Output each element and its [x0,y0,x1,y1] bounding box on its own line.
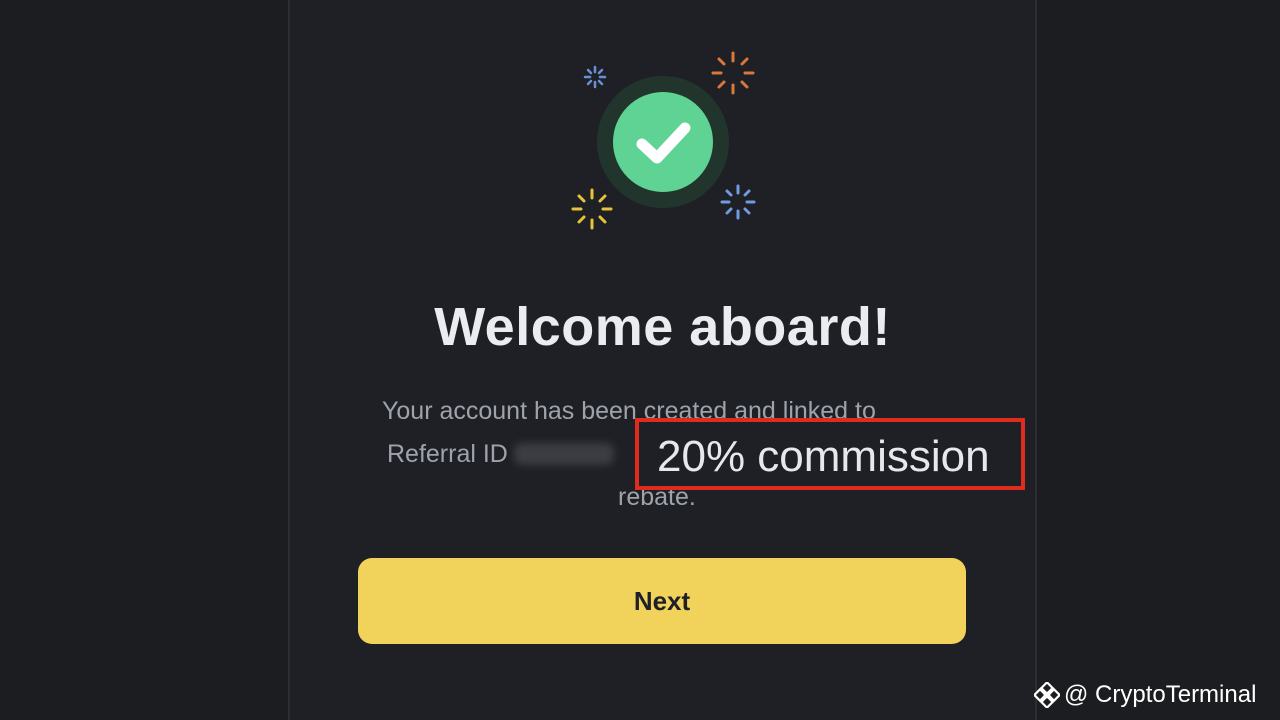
binance-logo-icon [1034,682,1060,708]
next-button[interactable]: Next [358,558,966,644]
commission-highlight-text: 20% commission [657,432,990,481]
success-illustration [568,50,758,240]
page: Welcome aboard! Your account has been cr… [0,0,1280,720]
message-line-2: Referral ID [387,440,614,469]
referral-id-label: Referral ID [387,440,508,468]
referral-id-value-blurred [513,443,614,465]
sparkle-icon-orange [711,51,755,95]
sparkle-icon-yellow [571,188,613,230]
page-title: Welcome aboard! [434,297,891,357]
sparkle-icon-blue-2 [720,184,756,220]
watermark-text: @ CryptoTerminal [1064,681,1257,708]
watermark: @ CryptoTerminal [1034,680,1256,710]
check-circle-icon [613,92,713,192]
sparkle-icon-blue [583,65,607,89]
commission-highlight-box: 20% commission [635,418,1025,490]
